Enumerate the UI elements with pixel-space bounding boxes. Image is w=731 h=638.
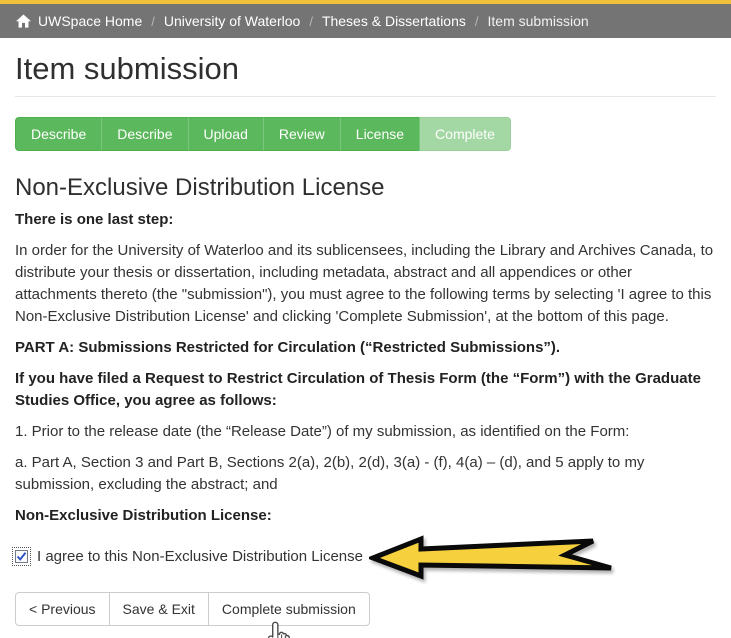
breadcrumb-bar: UWSpace Home / University of Waterloo / … bbox=[0, 4, 731, 38]
step-review[interactable]: Review bbox=[262, 117, 341, 151]
agree-row: I agree to this Non-Exclusive Distributi… bbox=[12, 535, 716, 580]
form-actions: < Previous Save & Exit Complete submissi… bbox=[15, 592, 370, 638]
license-paragraph: In order for the University of Waterloo … bbox=[15, 242, 714, 325]
step-license[interactable]: License bbox=[339, 117, 421, 151]
license-item-1a: a. Part A, Section 3 and Part B, Section… bbox=[15, 454, 645, 493]
agree-checkbox-label[interactable]: I agree to this Non-Exclusive Distributi… bbox=[37, 548, 363, 565]
breadcrumb-separator: / bbox=[474, 13, 479, 29]
main-content: Item submission Describe Describe Upload… bbox=[0, 50, 731, 638]
breadcrumb-separator: / bbox=[309, 13, 313, 29]
breadcrumb-item-current: Item submission bbox=[487, 13, 589, 29]
step-complete: Complete bbox=[419, 117, 511, 151]
license-section-heading: Non-Exclusive Distribution License bbox=[15, 174, 385, 201]
step-describe-2[interactable]: Describe bbox=[101, 117, 189, 151]
complete-submission-button[interactable]: Complete submission bbox=[207, 592, 370, 626]
nedl-heading: Non-Exclusive Distribution License: bbox=[15, 507, 272, 524]
license-intro: There is one last step: bbox=[15, 211, 174, 228]
step-describe-1[interactable]: Describe bbox=[15, 117, 103, 151]
home-icon[interactable] bbox=[16, 14, 31, 28]
previous-button[interactable]: < Previous bbox=[15, 592, 110, 626]
step-upload[interactable]: Upload bbox=[187, 117, 264, 151]
submission-progress-steps: Describe Describe Upload Review License … bbox=[15, 117, 511, 151]
agree-checkbox[interactable] bbox=[12, 546, 31, 566]
breadcrumb-item-university[interactable]: University of Waterloo bbox=[164, 13, 300, 29]
callout-arrow-icon bbox=[369, 531, 621, 581]
page-title: Item submission bbox=[15, 50, 716, 97]
license-part-a-heading: PART A: Submissions Restricted for Circu… bbox=[15, 339, 561, 356]
license-filed-heading: If you have filed a Request to Restrict … bbox=[15, 370, 701, 409]
license-item-1: 1. Prior to the release date (the “Relea… bbox=[15, 423, 630, 440]
breadcrumb-item-theses[interactable]: Theses & Dissertations bbox=[322, 13, 466, 29]
breadcrumb: UWSpace Home / University of Waterloo / … bbox=[16, 13, 589, 29]
save-exit-button[interactable]: Save & Exit bbox=[108, 592, 209, 626]
breadcrumb-separator: / bbox=[151, 13, 155, 29]
breadcrumb-item-home[interactable]: UWSpace Home bbox=[38, 13, 142, 29]
